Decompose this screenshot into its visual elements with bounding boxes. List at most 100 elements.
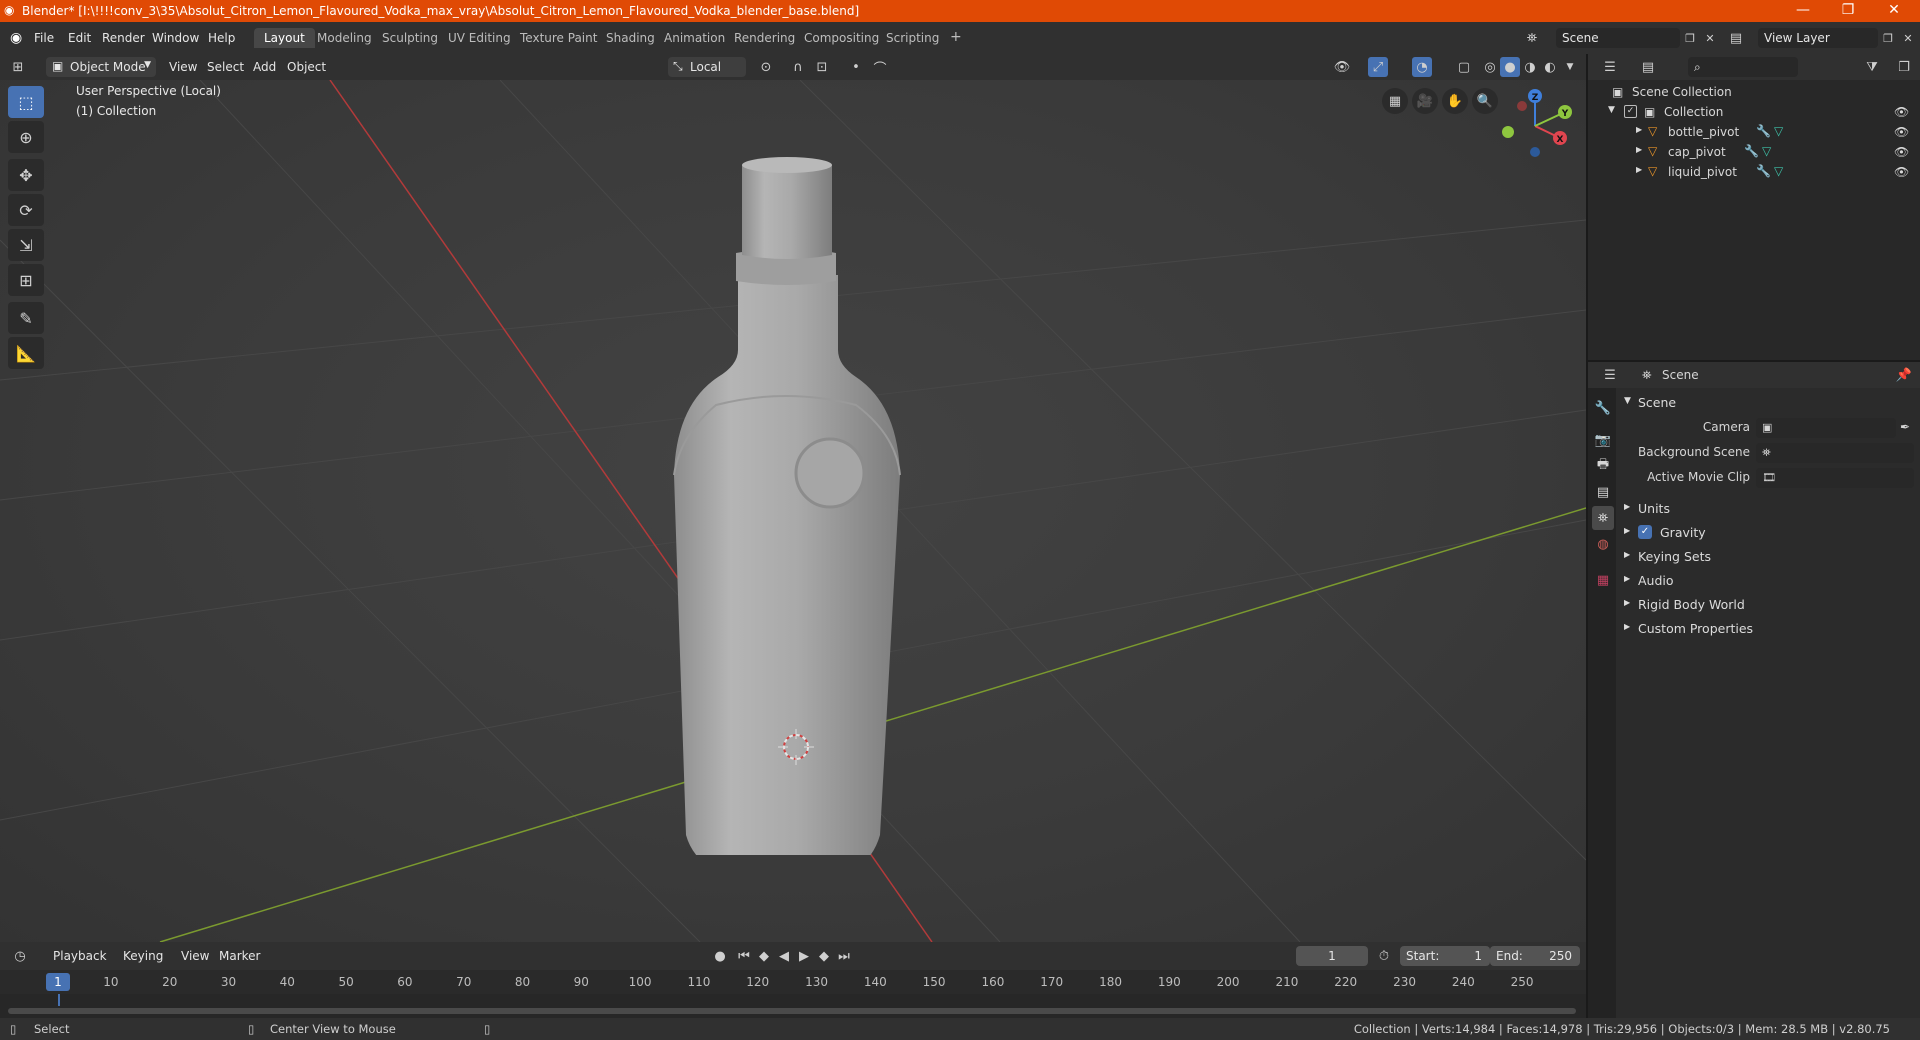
- pivot-point-icon[interactable]: ⊙: [756, 57, 776, 77]
- menu-keying[interactable]: Keying: [116, 946, 170, 966]
- minimize-button[interactable]: —: [1783, 2, 1823, 18]
- snap-icon[interactable]: ∩: [788, 57, 808, 77]
- scene-tab-icon[interactable]: ⛯: [1592, 506, 1614, 530]
- rotate-tool-icon[interactable]: ⟳: [8, 194, 44, 226]
- tab-layout[interactable]: Layout: [254, 28, 315, 48]
- view-layer-selector[interactable]: View Layer: [1758, 28, 1878, 48]
- shading-options-icon[interactable]: ▼: [1560, 57, 1580, 77]
- modifier-wrench-icon[interactable]: 🔧: [1756, 124, 1771, 138]
- end-frame-field[interactable]: End: 250: [1490, 946, 1580, 966]
- cursor-tool-icon[interactable]: ⊕: [8, 121, 44, 153]
- timeline-scrollbar[interactable]: [8, 1008, 1576, 1014]
- collapse-arrow-icon[interactable]: ▼: [1608, 105, 1615, 115]
- outliner-row-liquid-pivot[interactable]: ▶ ▽ liquid_pivot 🔧 ▽ 👁: [1588, 162, 1920, 182]
- proportional-edit-icon[interactable]: •: [846, 57, 866, 77]
- view-layer-icon[interactable]: ▤: [1726, 28, 1746, 48]
- area-separator[interactable]: [1586, 54, 1588, 1018]
- background-scene-field[interactable]: [1756, 443, 1914, 463]
- eye-icon[interactable]: 👁: [1894, 145, 1909, 159]
- custom-properties-panel-header[interactable]: ▶ Custom Properties: [1620, 618, 1916, 640]
- tab-sculpting[interactable]: Sculpting: [372, 28, 448, 48]
- outliner-row-scene-collection[interactable]: ▣ Scene Collection: [1588, 82, 1920, 102]
- maximize-button[interactable]: ❐: [1828, 2, 1868, 18]
- modifier-wrench-icon[interactable]: 🔧: [1744, 144, 1759, 158]
- menu-select[interactable]: Select: [200, 57, 251, 77]
- new-scene-icon[interactable]: ❐: [1680, 28, 1700, 48]
- eyedropper-icon[interactable]: ✒: [1900, 420, 1910, 434]
- outliner-row-collection[interactable]: ▼ ✓ ▣ Collection 👁: [1588, 102, 1920, 122]
- menu-window[interactable]: Window: [152, 31, 199, 45]
- tab-uv-editing[interactable]: UV Editing: [438, 28, 521, 48]
- add-workspace-button[interactable]: +: [940, 26, 972, 46]
- play-icon[interactable]: ▶: [794, 946, 814, 966]
- view-layer-tab-icon[interactable]: ▤: [1592, 480, 1614, 504]
- move-tool-icon[interactable]: ✥: [8, 159, 44, 191]
- mode-dropdown[interactable]: ▣ Object Mode ▼: [46, 57, 156, 77]
- camera-field[interactable]: [1756, 418, 1896, 438]
- delete-scene-icon[interactable]: ✕: [1700, 28, 1720, 48]
- 3d-viewport[interactable]: User Perspective (Local) (1) Collection …: [0, 80, 1586, 942]
- material-shading-icon[interactable]: ◑: [1520, 57, 1540, 77]
- mesh-data-icon[interactable]: ▽: [1774, 124, 1783, 138]
- menu-add[interactable]: Add: [246, 57, 283, 77]
- menu-edit[interactable]: Edit: [68, 31, 91, 45]
- menu-render[interactable]: Render: [102, 31, 145, 45]
- start-frame-field[interactable]: Start: 1: [1400, 946, 1490, 966]
- prev-keyframe-icon[interactable]: ◆: [754, 946, 774, 966]
- active-movie-clip-field[interactable]: [1756, 468, 1914, 488]
- expand-arrow-icon[interactable]: ▶: [1636, 125, 1642, 134]
- visibility-icon[interactable]: 👁: [1332, 57, 1352, 77]
- falloff-icon[interactable]: ⌒: [870, 57, 890, 77]
- output-tab-icon[interactable]: 🖶: [1592, 454, 1614, 478]
- menu-file[interactable]: File: [34, 31, 54, 45]
- camera-view-icon[interactable]: 🎥: [1412, 88, 1438, 114]
- expand-arrow-icon[interactable]: ▶: [1636, 165, 1642, 174]
- delete-view-layer-icon[interactable]: ✕: [1898, 28, 1918, 48]
- expand-arrow-icon[interactable]: ▶: [1636, 145, 1642, 154]
- scene-selector[interactable]: Scene: [1556, 28, 1680, 48]
- tool-tab-icon[interactable]: 🔧: [1592, 396, 1614, 420]
- outliner-row-bottle-pivot[interactable]: ▶ ▽ bottle_pivot 🔧 ▽ 👁: [1588, 122, 1920, 142]
- eye-icon[interactable]: 👁: [1894, 125, 1909, 139]
- stopwatch-icon[interactable]: ⏱: [1374, 946, 1394, 966]
- rendered-shading-icon[interactable]: ◐: [1540, 57, 1560, 77]
- scene-icon[interactable]: ⛯: [1522, 28, 1542, 48]
- clock-editor-icon[interactable]: ◷: [10, 946, 30, 966]
- render-tab-icon[interactable]: 📷: [1592, 428, 1614, 452]
- audio-panel-header[interactable]: ▶ Audio: [1620, 570, 1916, 592]
- tab-scripting[interactable]: Scripting: [876, 28, 949, 48]
- new-collection-icon[interactable]: ❐: [1894, 57, 1914, 77]
- outliner-row-cap-pivot[interactable]: ▶ ▽ cap_pivot 🔧 ▽ 👁: [1588, 142, 1920, 162]
- menu-help[interactable]: Help: [208, 31, 235, 45]
- rigid-body-world-panel-header[interactable]: ▶ Rigid Body World: [1620, 594, 1916, 616]
- editor-type-icon[interactable]: ⊞: [8, 57, 28, 77]
- display-mode-icon[interactable]: ▤: [1638, 57, 1658, 77]
- tab-compositing[interactable]: Compositing: [794, 28, 889, 48]
- wireframe-shading-icon[interactable]: ◎: [1480, 57, 1500, 77]
- xray-toggle-icon[interactable]: ▢: [1454, 57, 1474, 77]
- navigation-gizmo[interactable]: Z X Y: [1490, 86, 1580, 166]
- eye-icon[interactable]: 👁: [1894, 105, 1909, 119]
- menu-view[interactable]: View: [162, 57, 204, 77]
- grid-view-icon[interactable]: ▦: [1382, 88, 1408, 114]
- collection-checkbox[interactable]: ✓: [1624, 105, 1637, 118]
- blender-menu-icon[interactable]: ◉: [10, 30, 22, 46]
- mesh-data-icon[interactable]: ▽: [1774, 164, 1783, 178]
- timeline-ruler[interactable]: 1 10 20 30 40 50 60 70 80 90 100 110 120 130 140 150 16…: [0, 970, 1586, 994]
- tab-modeling[interactable]: Modeling: [307, 28, 382, 48]
- keying-sets-panel-header[interactable]: ▶ Keying Sets: [1620, 546, 1916, 568]
- timeline-body[interactable]: [0, 994, 1586, 1018]
- texture-tab-icon[interactable]: ▦: [1592, 568, 1614, 592]
- pan-hand-icon[interactable]: ✋: [1442, 88, 1468, 114]
- eye-icon[interactable]: 👁: [1894, 165, 1909, 179]
- gravity-panel-header[interactable]: ▶ ✓ Gravity: [1620, 522, 1916, 544]
- playhead-frame[interactable]: 1: [46, 973, 70, 991]
- orientation-dropdown[interactable]: ⤡ Local: [668, 57, 746, 77]
- current-frame-field[interactable]: 1: [1296, 946, 1368, 966]
- jump-start-icon[interactable]: ⏮: [734, 946, 754, 966]
- gizmo-toggle-icon[interactable]: ⤢: [1368, 57, 1388, 77]
- scene-panel-header[interactable]: ▼ Scene: [1620, 392, 1916, 414]
- next-keyframe-icon[interactable]: ◆: [814, 946, 834, 966]
- menu-marker[interactable]: Marker: [212, 946, 267, 966]
- measure-tool-icon[interactable]: 📐: [8, 337, 44, 369]
